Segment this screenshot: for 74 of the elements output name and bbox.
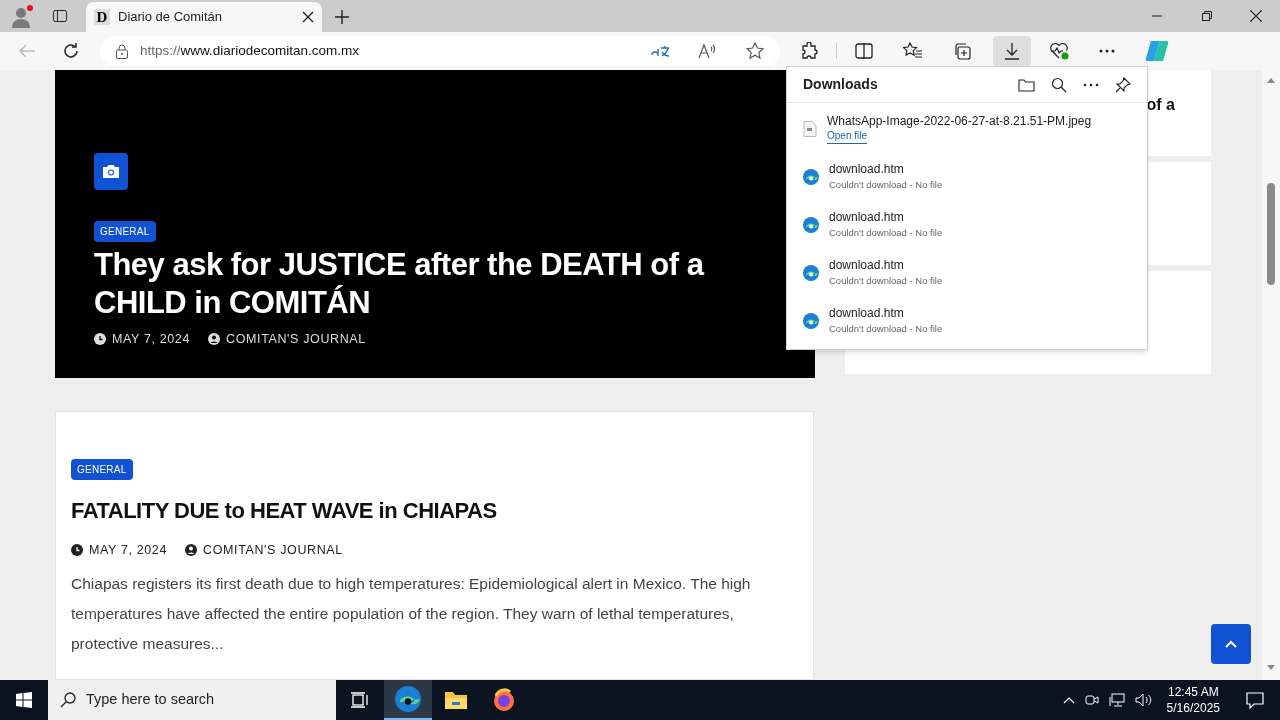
article-date: MAY 7, 2024 <box>112 331 190 348</box>
scrollbar-thumb[interactable] <box>1267 183 1275 285</box>
health-heart-icon[interactable] <box>1049 42 1069 60</box>
split-screen-icon[interactable] <box>855 43 873 59</box>
article-author[interactable]: COMITAN'S JOURNAL <box>226 330 366 349</box>
close-window-icon[interactable] <box>1250 10 1262 22</box>
tab-title: Diario de Comitán <box>118 8 224 27</box>
restore-icon[interactable] <box>1202 11 1212 21</box>
article-excerpt: Chiapas registers its first death due to high temperatures: Epidemiological alert in Mexico. The high temperatures have affected the entire population of the region. They warn of lethal temperatures, protective measures... <box>71 573 752 654</box>
scroll-down-icon[interactable] <box>1267 665 1275 670</box>
search-icon <box>60 692 76 708</box>
taskbar-app-button[interactable] <box>384 680 432 720</box>
chevron-up-icon[interactable] <box>1062 696 1075 704</box>
download-status: Couldn't download - No file <box>829 226 943 240</box>
download-filename[interactable]: download.htm <box>829 209 943 225</box>
collections-icon[interactable] <box>953 42 971 60</box>
windows-start-icon[interactable] <box>16 692 32 708</box>
folder-icon <box>444 690 468 710</box>
url-text: https://www.diariodecomitan.com.mx <box>140 41 361 60</box>
favorites-list-icon[interactable] <box>903 42 923 60</box>
article-date: MAY 7, 2024 <box>89 542 167 559</box>
extensions-icon[interactable] <box>800 42 818 60</box>
network-icon[interactable] <box>1108 693 1125 707</box>
read-aloud-icon[interactable] <box>698 43 718 59</box>
image-file-icon <box>803 121 817 137</box>
firefox-icon <box>492 688 516 712</box>
taskbar-search-field[interactable]: Type here to search <box>48 680 336 720</box>
article-author[interactable]: COMITAN'S JOURNAL <box>203 541 343 560</box>
download-status: Couldn't download - No file <box>829 178 943 192</box>
search-placeholder: Type here to search <box>86 690 215 710</box>
category-tag[interactable]: GENERAL <box>94 221 156 242</box>
user-icon <box>185 544 197 557</box>
scroll-up-icon[interactable] <box>1267 78 1275 83</box>
download-filename[interactable]: download.htm <box>829 161 943 177</box>
clock-date[interactable]: 5/16/2025 <box>1166 700 1220 716</box>
lock-icon <box>116 43 128 59</box>
folder-icon[interactable] <box>1018 77 1035 92</box>
download-status: Couldn't download - No file <box>829 322 943 336</box>
more-icon[interactable] <box>1099 49 1115 53</box>
browser-tab[interactable]: D Diario de Comitán <box>86 2 322 32</box>
notifications-icon[interactable] <box>1246 691 1264 709</box>
download-status: Couldn't download - No file <box>829 274 943 288</box>
featured-article-title[interactable]: They ask for JUSTICE after the DEATH of a CHILD in COMITÁN <box>94 246 774 322</box>
favorite-star-icon[interactable] <box>746 42 764 60</box>
reload-icon[interactable] <box>62 42 80 60</box>
download-filename[interactable]: download.htm <box>829 257 943 273</box>
search-icon[interactable] <box>1051 76 1067 93</box>
article-title[interactable]: FATALITY DUE to HEAT WAVE in CHIAPAS <box>71 494 798 527</box>
user-icon <box>208 333 220 346</box>
volume-icon[interactable] <box>1134 693 1153 707</box>
download-filename[interactable]: WhatsApp-Image-2022-06-27-at-8.21.51-PM.jpeg <box>827 113 1092 129</box>
clock-icon <box>71 544 83 557</box>
open-file-link[interactable]: Open file <box>827 129 868 144</box>
address-bar[interactable]: https://www.diariodecomitan.com.mx <box>100 36 780 66</box>
download-icon <box>1004 42 1020 60</box>
more-icon[interactable] <box>1083 82 1099 87</box>
back-to-top-button[interactable] <box>1211 624 1251 664</box>
clock-icon <box>94 333 106 346</box>
chevron-up-icon <box>1225 640 1237 648</box>
download-filename[interactable]: download.htm <box>829 305 943 321</box>
camera-icon[interactable] <box>1084 693 1099 707</box>
panel-title: Downloads <box>803 75 879 94</box>
camera-icon <box>102 164 120 179</box>
category-tag[interactable]: GENERAL <box>71 459 133 480</box>
close-tab-icon[interactable] <box>302 11 314 23</box>
tab-actions-icon[interactable] <box>52 8 68 24</box>
pin-icon[interactable] <box>1115 76 1131 93</box>
downloads-button[interactable] <box>993 36 1031 66</box>
scrollbar[interactable] <box>1262 70 1280 680</box>
clock-time[interactable]: 12:45 AM <box>1167 684 1219 700</box>
new-tab-icon[interactable] <box>334 9 350 25</box>
task-view-icon <box>351 692 369 708</box>
copilot-icon[interactable] <box>1145 40 1169 62</box>
site-favicon: D <box>94 9 110 25</box>
